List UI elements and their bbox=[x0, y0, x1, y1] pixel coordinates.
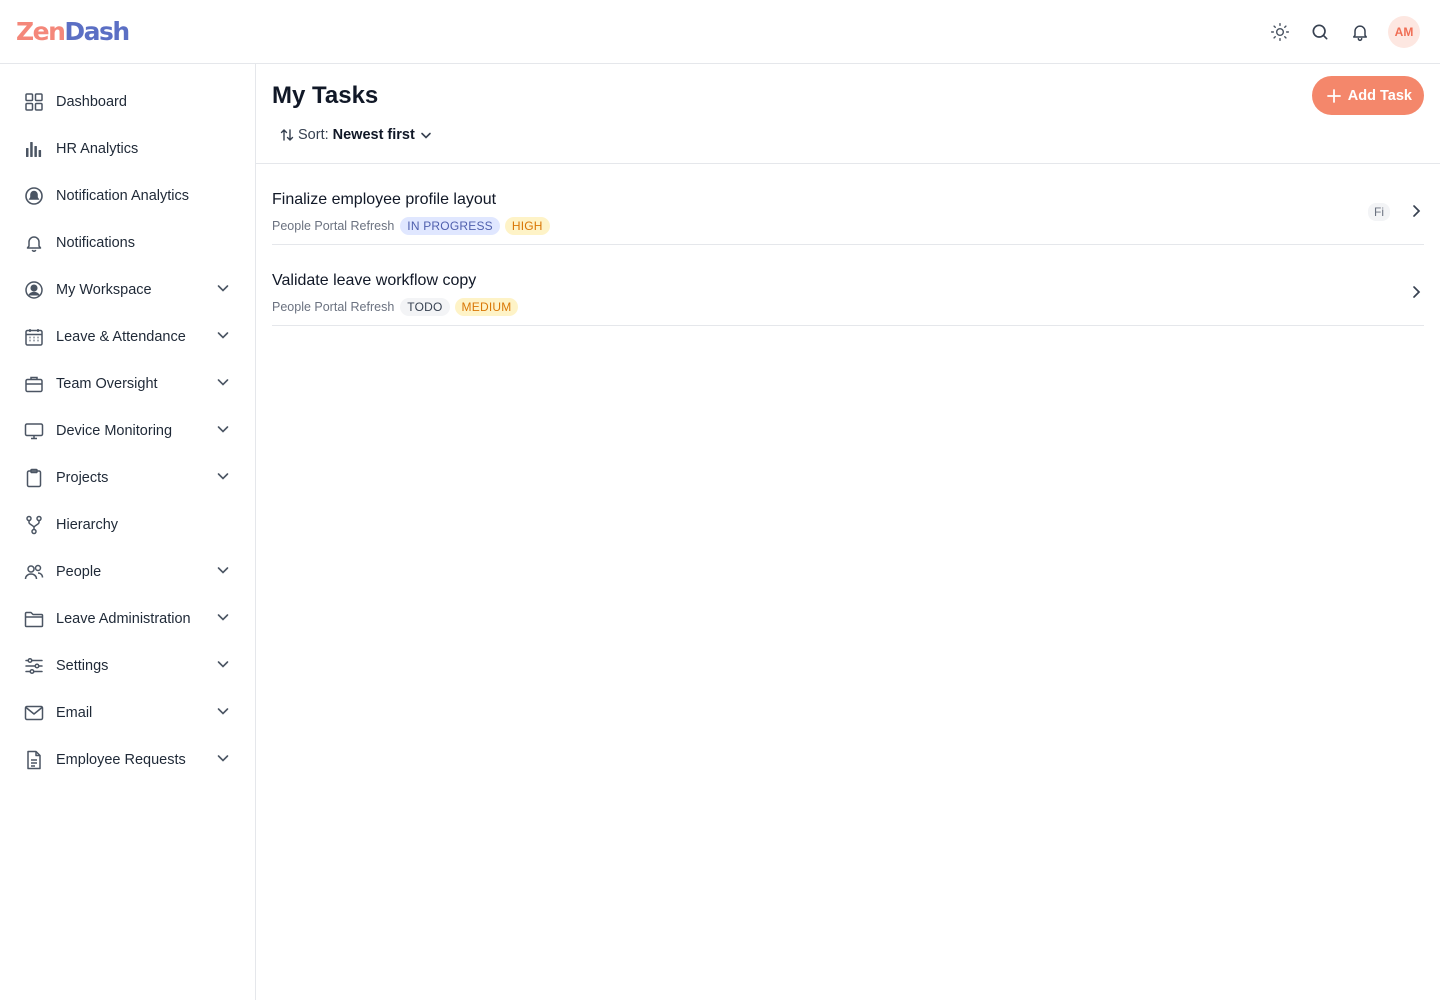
priority-badge: HIGH bbox=[504, 217, 550, 235]
chevron-down-icon[interactable] bbox=[215, 609, 231, 625]
notification-analytics-icon bbox=[24, 186, 44, 206]
sidebar-item-label: Projects bbox=[56, 469, 109, 486]
sort-icon bbox=[280, 129, 294, 141]
sidebar-item-label: Hierarchy bbox=[56, 516, 119, 533]
task-meta: People Portal Refresh TODO MEDIUM bbox=[272, 298, 519, 316]
task-row[interactable]: Validate leave workflow copy People Port… bbox=[272, 245, 1424, 326]
task-title: Validate leave workflow copy bbox=[272, 272, 477, 289]
due-badge: Fi bbox=[1368, 203, 1390, 221]
grid-icon bbox=[24, 92, 44, 112]
sidebar-item-device-monitoring[interactable]: Device Monitoring bbox=[0, 407, 255, 454]
sidebar-item-projects[interactable]: Projects bbox=[0, 454, 255, 501]
bell-icon[interactable] bbox=[1348, 20, 1372, 44]
mail-icon bbox=[24, 703, 44, 723]
sidebar-item-leave-attendance[interactable]: Leave & Attendance bbox=[0, 313, 255, 360]
sidebar-item-label: Settings bbox=[56, 657, 109, 674]
sliders-icon bbox=[24, 656, 44, 676]
chevron-right-icon[interactable] bbox=[1408, 284, 1424, 300]
top-actions: AM bbox=[1268, 16, 1420, 48]
sidebar-item-notification-analytics[interactable]: Notification Analytics bbox=[0, 172, 255, 219]
chevron-down-icon[interactable] bbox=[215, 327, 231, 343]
sidebar-item-label: Leave Administration bbox=[56, 610, 191, 627]
sidebar-item-label: Device Monitoring bbox=[56, 422, 173, 439]
calendar-icon bbox=[24, 327, 44, 347]
chevron-down-icon[interactable] bbox=[215, 656, 231, 672]
sidebar-item-label: Employee Requests bbox=[56, 751, 186, 768]
sidebar-item-label: Email bbox=[56, 704, 93, 721]
chevron-down-icon[interactable] bbox=[215, 703, 231, 719]
chevron-down-icon[interactable] bbox=[215, 374, 231, 390]
sidebar-item-label: Notification Analytics bbox=[56, 187, 189, 204]
sidebar-item-email[interactable]: Email bbox=[0, 689, 255, 736]
sidebar-item-label: Team Oversight bbox=[56, 375, 158, 392]
briefcase-icon bbox=[24, 374, 44, 394]
sidebar-item-my-workspace[interactable]: My Workspace bbox=[0, 266, 255, 313]
sidebar-item-label: Dashboard bbox=[56, 93, 127, 110]
avatar[interactable]: AM bbox=[1388, 16, 1420, 48]
monitor-icon bbox=[24, 421, 44, 441]
sidebar-item-label: People bbox=[56, 563, 102, 580]
folder-icon bbox=[24, 609, 44, 629]
add-task-label: Add Task bbox=[1347, 87, 1412, 104]
sidebar-item-dashboard[interactable]: Dashboard bbox=[0, 78, 255, 125]
bell-icon bbox=[24, 233, 44, 253]
sidebar-item-employee-requests[interactable]: Employee Requests bbox=[0, 736, 255, 783]
sidebar-item-hierarchy[interactable]: Hierarchy bbox=[0, 501, 255, 548]
sidebar-item-label: Notifications bbox=[56, 234, 135, 251]
task-row[interactable]: Finalize employee profile layout People … bbox=[272, 164, 1424, 245]
bar-chart-icon bbox=[24, 139, 44, 159]
search-icon[interactable] bbox=[1308, 20, 1332, 44]
sidebar-item-label: My Workspace bbox=[56, 281, 152, 298]
status-badge: IN PROGRESS bbox=[400, 217, 500, 235]
user-circle-icon bbox=[24, 280, 44, 300]
hierarchy-icon bbox=[24, 515, 44, 535]
task-title: Finalize employee profile layout bbox=[272, 191, 497, 208]
status-badge: TODO bbox=[400, 298, 450, 316]
sidebar-item-people[interactable]: People bbox=[0, 548, 255, 595]
sidebar-item-label: Leave & Attendance bbox=[56, 328, 186, 345]
chevron-down-icon[interactable] bbox=[215, 280, 231, 296]
chevron-down-icon[interactable] bbox=[215, 562, 231, 578]
priority-badge: MEDIUM bbox=[454, 298, 519, 316]
logo-dash: Dash bbox=[64, 17, 130, 46]
logo-zen: Zen bbox=[16, 17, 66, 46]
add-task-button[interactable]: Add Task bbox=[1311, 76, 1424, 115]
sidebar-item-leave-administration[interactable]: Leave Administration bbox=[0, 595, 255, 642]
chevron-down-icon[interactable] bbox=[215, 468, 231, 484]
chevron-down-icon[interactable] bbox=[215, 421, 231, 437]
chevron-down-icon bbox=[421, 132, 431, 139]
top-bar: ZenDash AM bbox=[0, 0, 1440, 64]
sidebar-item-settings[interactable]: Settings bbox=[0, 642, 255, 689]
chevron-right-icon[interactable] bbox=[1408, 203, 1424, 219]
task-project: People Portal Refresh bbox=[272, 300, 395, 314]
plus-icon bbox=[1326, 88, 1341, 103]
sidebar-item-notifications[interactable]: Notifications bbox=[0, 219, 255, 266]
task-project: People Portal Refresh bbox=[272, 219, 395, 233]
chevron-down-icon[interactable] bbox=[215, 750, 231, 766]
page-title: My Tasks bbox=[272, 82, 379, 109]
document-icon bbox=[24, 750, 44, 770]
clipboard-icon bbox=[24, 468, 44, 488]
sidebar: Dashboard HR Analytics Notification Anal… bbox=[0, 64, 256, 1000]
task-list: Finalize employee profile layout People … bbox=[272, 164, 1424, 326]
main-content: My Tasks Add Task Sort: Newest first Fin… bbox=[256, 64, 1440, 1000]
sort-dropdown[interactable]: Sort: Newest first bbox=[280, 127, 433, 143]
sort-label: Sort: bbox=[298, 127, 329, 143]
sun-icon[interactable] bbox=[1268, 20, 1292, 44]
sidebar-item-label: HR Analytics bbox=[56, 140, 139, 157]
people-icon bbox=[24, 562, 44, 582]
sort-value: Newest first bbox=[332, 127, 415, 143]
task-meta: People Portal Refresh IN PROGRESS HIGH bbox=[272, 217, 550, 235]
sidebar-item-team-oversight[interactable]: Team Oversight bbox=[0, 360, 255, 407]
sidebar-item-hr-analytics[interactable]: HR Analytics bbox=[0, 125, 255, 172]
app-logo[interactable]: ZenDash bbox=[16, 16, 130, 48]
